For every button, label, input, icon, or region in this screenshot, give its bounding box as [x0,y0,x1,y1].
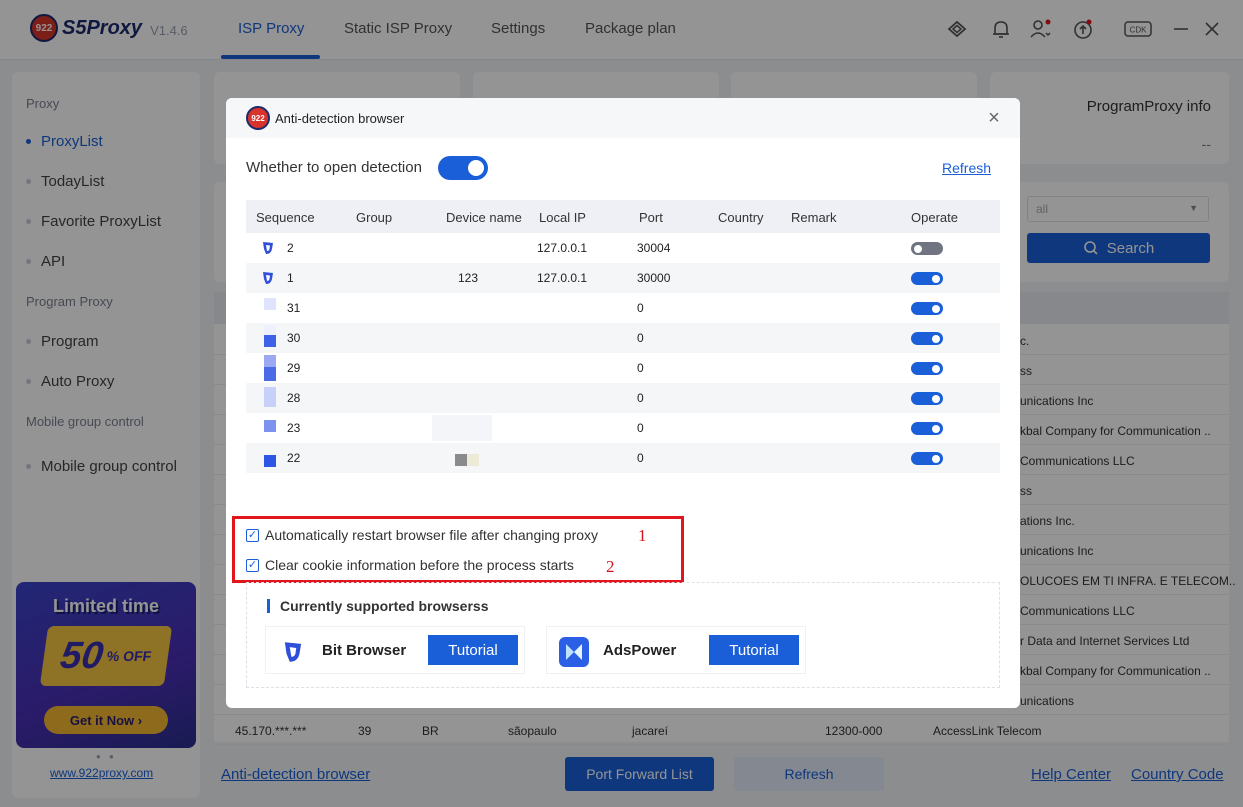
sequence-cell: 29 [287,361,301,375]
ip-cell: 127.0.0.1 [537,271,588,285]
bitbrowser-icon [278,637,308,667]
table-row[interactable]: 23 0 [246,413,1000,443]
close-icon[interactable]: × [982,106,1006,130]
table-row[interactable]: 1 123 127.0.0.1 30000 [246,263,1000,293]
sequence-cell: 23 [287,421,301,435]
table-header: Sequence Group Device name Local IP Port… [246,200,1000,233]
browser-profile-table: Sequence Group Device name Local IP Port… [246,200,1000,500]
col-group: Group [356,210,393,225]
col-operate: Operate [911,210,958,225]
checkbox-checked-icon[interactable]: ✓ [246,558,259,572]
ip-cell: 127.0.0.1 [537,241,588,255]
table-row[interactable]: 2 127.0.0.1 30004 [246,233,1000,263]
table-row[interactable]: 31 0 [246,293,1000,323]
port-cell: 0 [637,301,644,315]
checkbox-checked-icon[interactable]: ✓ [246,528,259,542]
auto-restart-label: Automatically restart browser file after… [265,527,599,543]
col-port: Port [639,210,663,225]
dialog-header: 922 Anti-detection browser × [226,98,1020,138]
auto-restart-option[interactable]: ✓ Automatically restart browser file aft… [246,527,598,543]
port-cell: 0 [637,331,644,345]
supported-browsers-panel: Currently supported browserss Bit Browse… [246,582,1000,688]
port-cell: 0 [637,451,644,465]
col-sequence: Sequence [256,210,315,225]
browser-name: AdsPower [603,642,677,659]
pixel-icon [264,420,276,432]
table-row[interactable]: 22 0 [246,443,1000,473]
browser-name: Bit Browser [322,642,407,659]
pixel-icon [264,335,276,347]
col-remark: Remark [791,210,837,225]
tutorial-button[interactable]: Tutorial [709,635,799,665]
browser-card-adspower: AdsPower Tutorial [546,626,806,674]
profile-toggle[interactable] [911,302,943,315]
annotation-marker-2: 2 [606,557,615,576]
profile-toggle[interactable] [911,272,943,285]
pixel-icon [264,387,276,407]
profile-toggle[interactable] [911,392,943,405]
pixel-icon [432,415,492,441]
adspower-icon [559,637,589,667]
table-row[interactable]: 30 0 [246,323,1000,353]
supported-browsers-title: Currently supported browserss [267,599,489,613]
bitbrowser-icon [263,242,273,254]
sequence-cell: 1 [287,271,294,285]
clear-cookie-label: Clear cookie information before the proc… [265,557,574,573]
annotation-marker-1: 1 [638,526,647,545]
port-cell: 30004 [637,241,671,255]
clear-cookie-option[interactable]: ✓ Clear cookie information before the pr… [246,557,574,573]
profile-toggle[interactable] [911,422,943,435]
profile-toggle[interactable] [911,452,943,465]
port-cell: 0 [637,421,644,435]
pixel-icon [264,455,276,467]
sequence-cell: 31 [287,301,301,315]
sequence-cell: 22 [287,451,301,465]
sequence-cell: 2 [287,241,294,255]
profile-toggle[interactable] [911,362,943,375]
col-local-ip: Local IP [539,210,586,225]
col-country: Country [718,210,764,225]
port-cell: 30000 [637,271,671,285]
table-row[interactable]: 29 0 [246,353,1000,383]
tutorial-button[interactable]: Tutorial [428,635,518,665]
pixel-icon [455,454,467,466]
pixel-icon [264,355,276,367]
bitbrowser-icon [263,272,273,284]
pixel-icon [264,325,276,335]
detection-toggle[interactable] [438,156,488,180]
dialog-title: Anti-detection browser [275,111,405,126]
profile-toggle[interactable] [911,242,943,255]
sequence-cell: 28 [287,391,301,405]
profile-toggle[interactable] [911,332,943,345]
detection-label: Whether to open detection [246,159,422,176]
browser-card-bit-browser: Bit Browser Tutorial [265,626,525,674]
port-cell: 0 [637,391,644,405]
dialog-logo-icon: 922 [246,106,270,130]
sequence-cell: 30 [287,331,301,345]
pixel-icon [467,454,479,466]
port-cell: 0 [637,361,644,375]
dialog-refresh-link[interactable]: Refresh [942,160,991,176]
table-row[interactable]: 28 0 [246,383,1000,413]
pixel-icon [264,298,276,310]
col-device-name: Device name [446,210,522,225]
device-name-cell: 123 [458,271,479,285]
pixel-icon [264,367,276,381]
anti-detection-dialog: 922 Anti-detection browser × Whether to … [226,98,1020,708]
